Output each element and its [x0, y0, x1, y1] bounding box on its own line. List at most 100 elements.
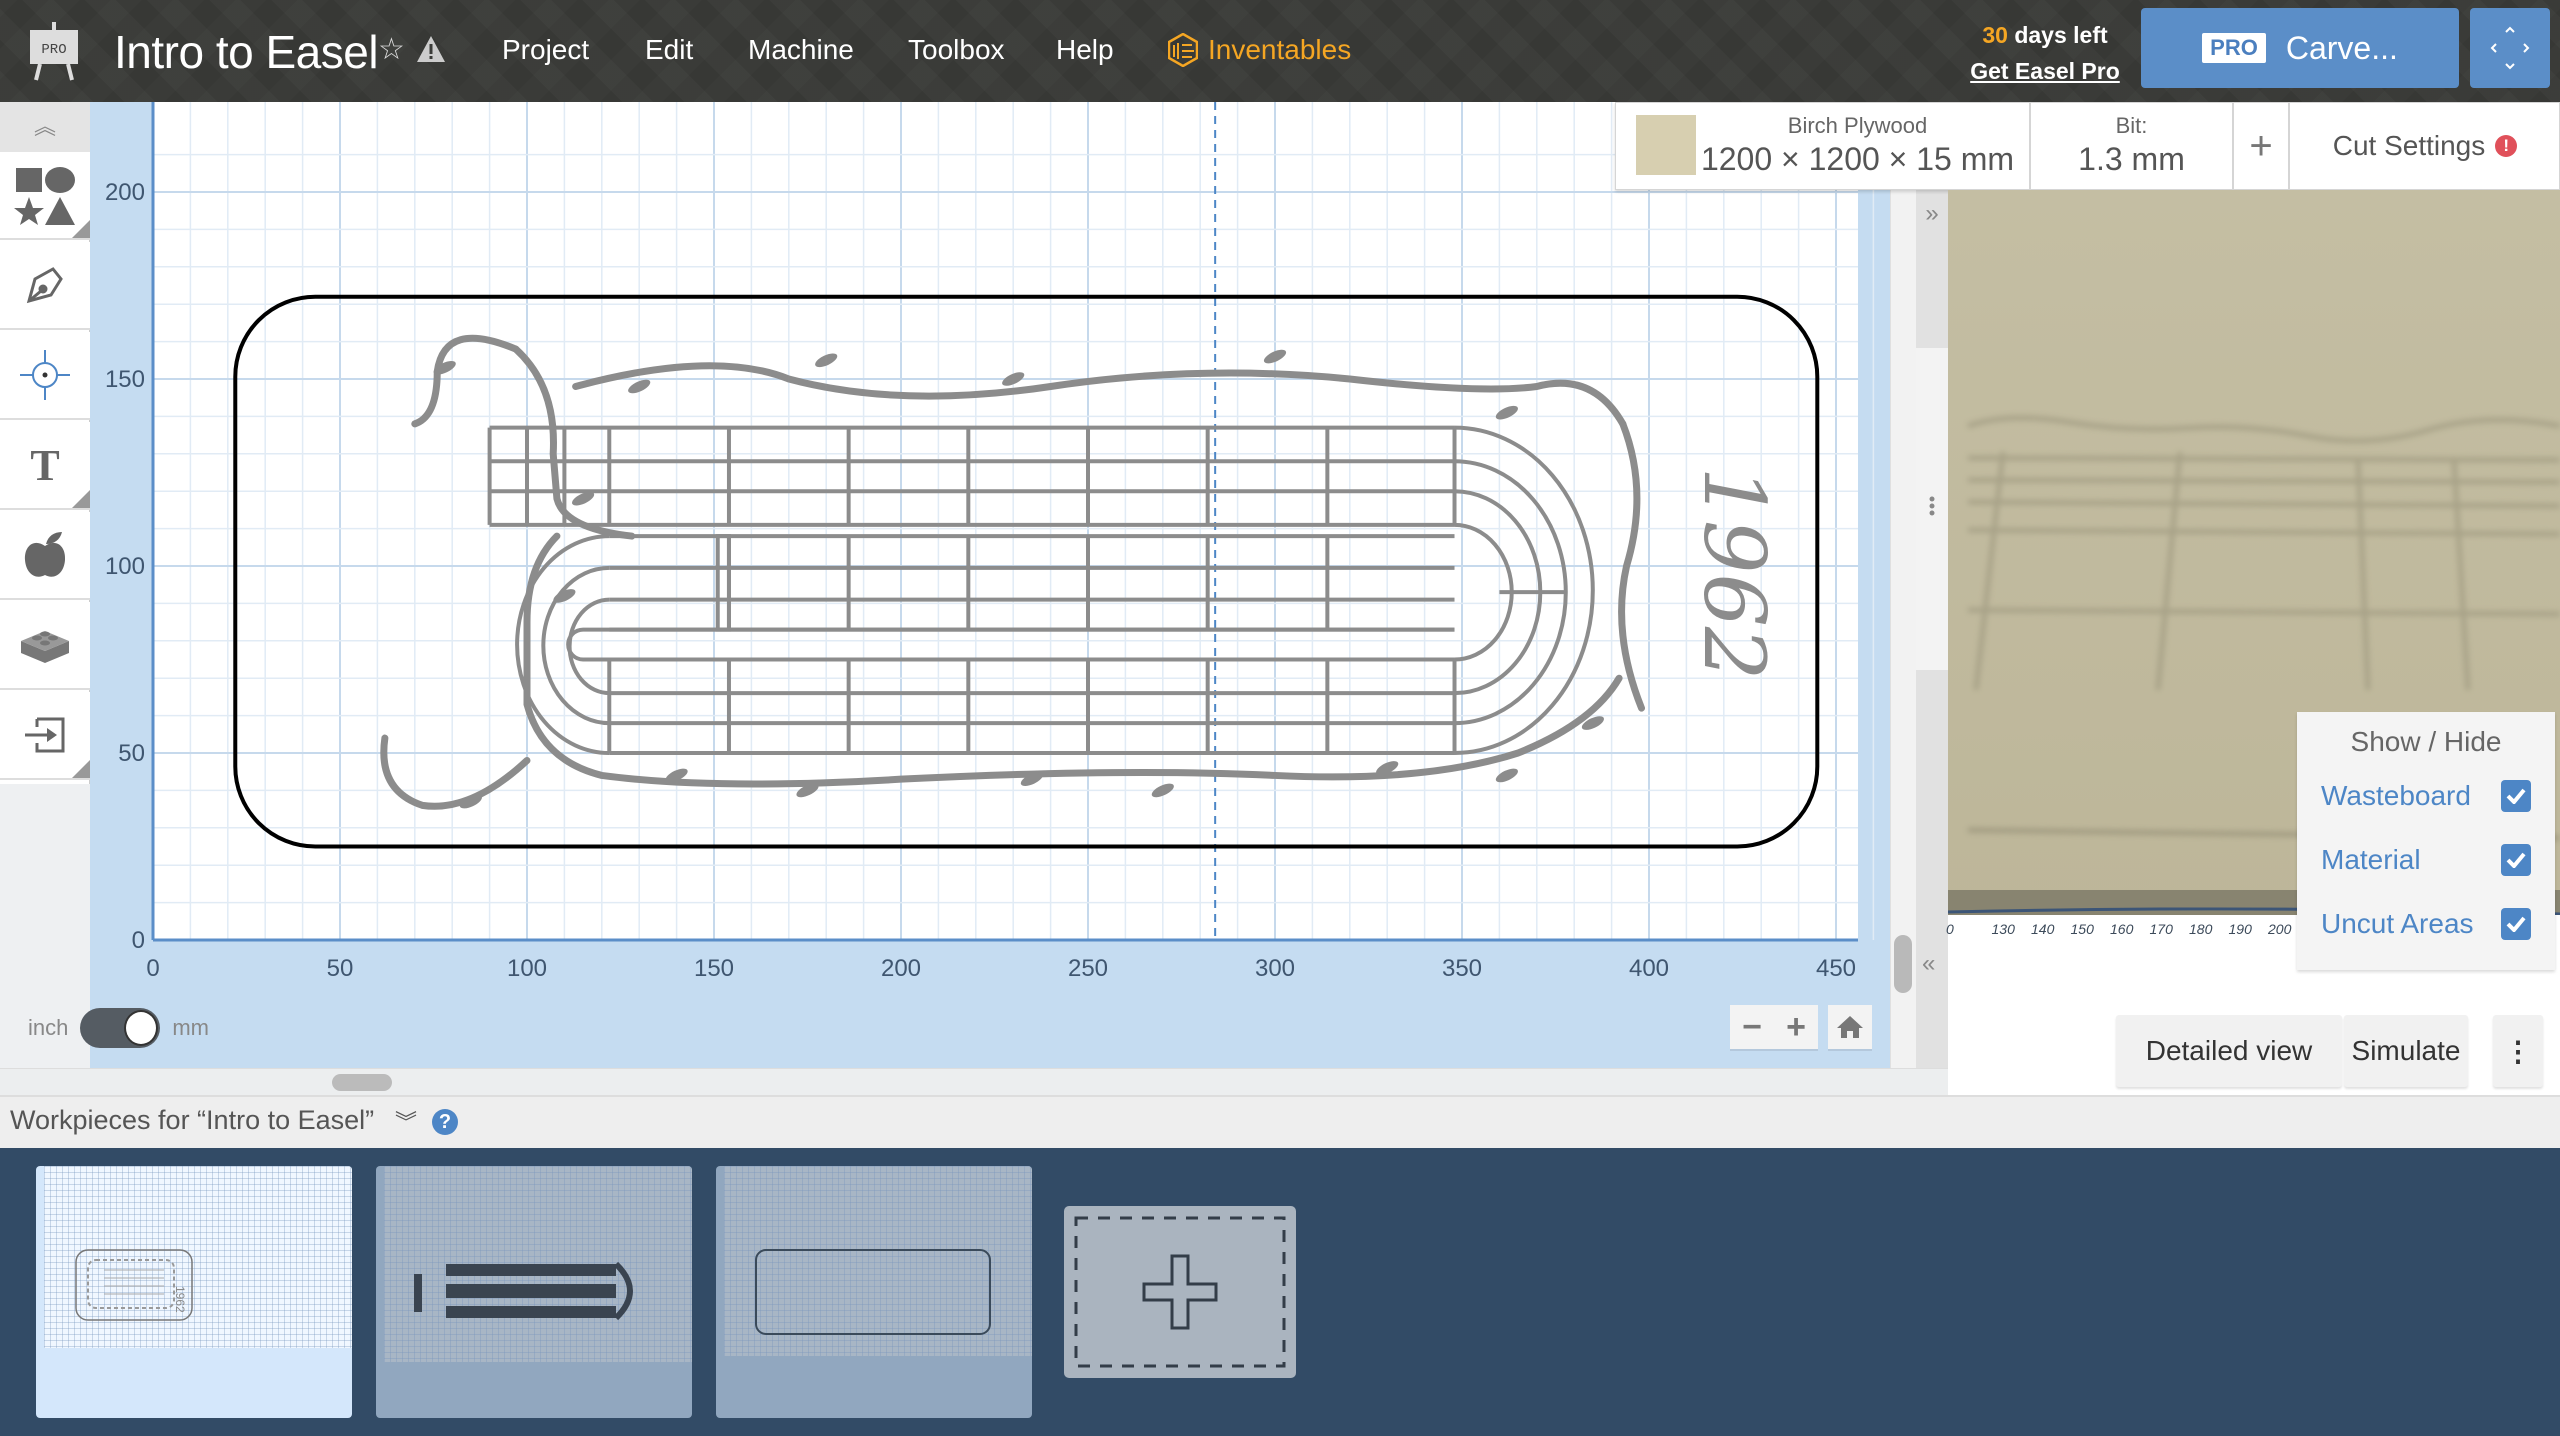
zoom-controls: − + — [1730, 1005, 1818, 1049]
design-canvas[interactable]: 0 50 100 150 200 250 300 350 400 450 0 50 100 150 200 … — [90, 102, 1890, 1068]
toggle-uncut-areas[interactable]: Uncut Areas — [2321, 904, 2531, 944]
unit-mm-label: mm — [172, 1015, 210, 1040]
preview-ruler-tick: 150 — [2070, 921, 2094, 937]
preview-ruler-tick: 200 — [2268, 921, 2292, 937]
toggle-wasteboard[interactable]: Wasteboard — [2321, 776, 2531, 816]
material-selector[interactable]: Birch Plywood 1200 × 1200 × 15 mm — [1616, 103, 2031, 189]
star-icon[interactable]: ☆ — [378, 30, 405, 70]
submenu-indicator — [72, 760, 90, 778]
canvas-horizontal-scrollbar[interactable] — [0, 1068, 1948, 1096]
shapes-tool[interactable] — [0, 152, 90, 240]
reset-view-button[interactable] — [1828, 1005, 1872, 1049]
add-bit-button[interactable]: + — [2234, 103, 2290, 189]
zoom-out-button[interactable]: − — [1742, 1008, 1762, 1047]
bit-selector[interactable]: Bit: 1.3 mm — [2031, 103, 2234, 189]
canvas-grid[interactable]: 0 50 100 150 200 250 300 350 400 450050100150200 … — [90, 102, 1890, 1068]
x-tick-label: 450 — [1816, 955, 1856, 982]
add-workpiece-button[interactable] — [1064, 1206, 1296, 1378]
panel-resize-handle[interactable] — [1916, 348, 1948, 670]
preview-ruler-tick: 140 — [2031, 921, 2055, 937]
preview-ruler-tick: 0 — [1946, 921, 1954, 937]
engraved-year-text[interactable]: 1962 — [1685, 467, 1783, 681]
project-title[interactable]: Intro to Easel — [114, 24, 379, 80]
workpiece-thumbnail-2[interactable] — [376, 1166, 692, 1418]
x-tick-label: 250 — [1068, 955, 1108, 982]
help-icon[interactable]: ? — [432, 1109, 458, 1135]
inventables-label: Inventables — [1208, 34, 1352, 65]
menu-machine[interactable]: Machine — [748, 30, 854, 70]
unit-switch-knob — [124, 1010, 159, 1046]
toggle-label: Wasteboard — [2321, 780, 2471, 811]
uncut-areas-checkbox[interactable] — [2501, 908, 2531, 940]
unit-switch[interactable] — [80, 1008, 161, 1048]
warning-icon[interactable] — [416, 34, 446, 64]
alert-icon: ! — [2495, 135, 2518, 157]
unit-inch-label: inch — [28, 1015, 69, 1040]
menu-edit[interactable]: Edit — [645, 30, 693, 70]
expand-preview-button[interactable]: » — [1916, 190, 1948, 348]
import-tool[interactable] — [0, 692, 90, 780]
svg-text:PRO: PRO — [41, 42, 66, 58]
material-name: Birch Plywood — [1787, 113, 1928, 138]
workpiece-thumbnail-3[interactable] — [716, 1166, 1032, 1418]
pro-badge: PRO — [2202, 33, 2266, 63]
show-hide-title: Show / Hide — [2350, 726, 2502, 757]
x-tick-label: 0 — [146, 955, 159, 982]
add-workpiece-icon — [1074, 1216, 1286, 1368]
collapse-preview-button[interactable]: « — [1916, 670, 1948, 1068]
detailed-view-button[interactable]: Detailed view — [2116, 1015, 2342, 1087]
submenu-indicator — [72, 220, 90, 238]
workpiece-thumbnail-1[interactable]: 1962 — [36, 1166, 352, 1418]
get-easel-pro-link[interactable]: Get Easel Pro — [1970, 56, 2120, 86]
pen-tool[interactable] — [0, 242, 90, 330]
preview-ruler-tick: 180 — [2189, 921, 2213, 937]
more-options-button[interactable]: ⋮ — [2493, 1015, 2543, 1087]
inventables-logo-icon — [1168, 33, 1198, 67]
carve-button[interactable]: PRO Carve... — [2141, 8, 2459, 88]
toggle-material[interactable]: Material — [2321, 840, 2531, 880]
point-tool[interactable] — [0, 332, 90, 420]
cut-settings-button[interactable]: Cut Settings ! — [2290, 103, 2560, 189]
workpiece-1-preview: 1962 — [75, 1249, 193, 1321]
menu-toolbox[interactable]: Toolbox — [908, 30, 1005, 70]
expand-arrows-icon — [2490, 26, 2530, 70]
wasteboard-checkbox[interactable] — [2501, 780, 2531, 812]
trial-days-left: 30 days left — [1980, 20, 2110, 50]
y-tick-label: 200 — [105, 179, 145, 206]
canvas-background — [153, 102, 1858, 940]
toggle-label: Uncut Areas — [2321, 908, 2474, 939]
show-hide-panel: Show / Hide Wasteboard Material Uncut Ar… — [2297, 712, 2555, 970]
canvas-horizontal-scroll-thumb[interactable] — [332, 1074, 392, 1091]
material-dimensions: 1200 × 1200 × 15 mm — [1700, 141, 2015, 177]
apps-tool[interactable] — [0, 602, 90, 690]
inventables-link[interactable]: Inventables — [1168, 30, 1351, 70]
icon-library-tool[interactable] — [0, 512, 90, 600]
checkmark-icon — [2506, 916, 2526, 932]
fullscreen-toggle-button[interactable] — [2470, 8, 2550, 88]
menu-help[interactable]: Help — [1056, 30, 1114, 70]
material-checkbox[interactable] — [2501, 844, 2531, 876]
checkmark-icon — [2506, 852, 2526, 868]
pen-icon — [26, 267, 63, 304]
home-icon — [1837, 1016, 1863, 1038]
trial-days-suffix: days left — [2007, 22, 2108, 48]
text-tool[interactable]: T — [0, 422, 90, 510]
crosshair-icon — [20, 350, 70, 400]
menu-project[interactable]: Project — [502, 30, 589, 70]
easel-logo-icon[interactable]: PRO — [26, 22, 82, 81]
simulate-button[interactable]: Simulate — [2344, 1015, 2468, 1087]
svg-text:1962: 1962 — [173, 1286, 187, 1313]
x-tick-label: 150 — [694, 955, 734, 982]
x-tick-label: 300 — [1255, 955, 1295, 982]
chevron-down-icon[interactable]: ︾ — [395, 1105, 417, 1137]
y-tick-label: 100 — [105, 553, 145, 580]
x-tick-label: 400 — [1629, 955, 1669, 982]
unit-toggle[interactable]: inch mm — [28, 1008, 209, 1048]
x-tick-label: 50 — [327, 955, 354, 982]
collapse-toolbar-button[interactable]: ︽ — [0, 102, 90, 152]
zoom-in-button[interactable]: + — [1786, 1008, 1806, 1047]
y-tick-label: 150 — [105, 366, 145, 393]
toggle-label: Material — [2321, 844, 2421, 875]
canvas-vertical-scroll-thumb[interactable] — [1894, 935, 1912, 993]
x-tick-label: 100 — [507, 955, 547, 982]
